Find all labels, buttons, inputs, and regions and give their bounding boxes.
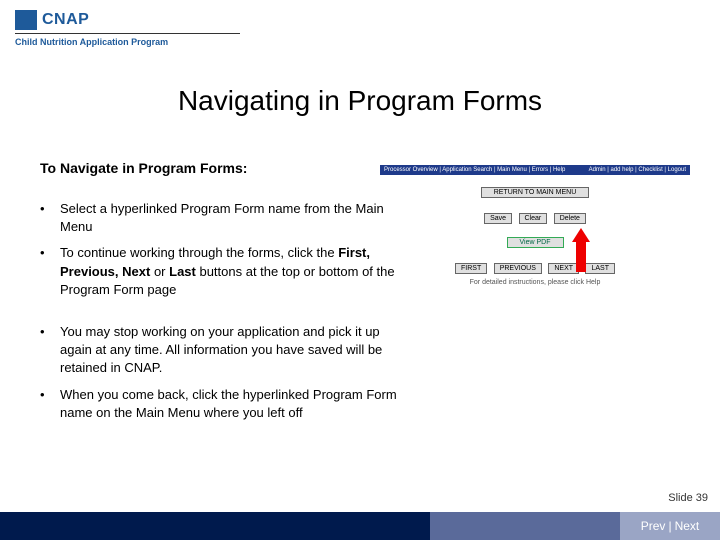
mock-nav-right: Admin | add help | Checklist | Logout	[589, 167, 686, 173]
mock-navbar: Processor Overview | Application Search …	[380, 165, 690, 175]
mock-help-text: For detailed instructions, please click …	[380, 279, 690, 286]
slide-number: Slide 39	[668, 492, 708, 504]
mock-previous-button: PREVIOUS	[494, 263, 542, 274]
spacer	[40, 307, 410, 323]
logo-divider	[15, 33, 240, 34]
list-item: • You may stop working on your applicati…	[40, 323, 410, 378]
embedded-screenshot: Processor Overview | Application Search …	[380, 165, 690, 286]
slide-title: Navigating in Program Forms	[0, 85, 720, 117]
bullet-list: • Select a hyperlinked Program Form name…	[40, 200, 410, 422]
bullet-icon: •	[40, 386, 60, 422]
footer-segment-dark	[0, 512, 430, 540]
mock-nav-left: Processor Overview | Application Search …	[384, 167, 565, 173]
list-item: • To continue working through the forms,…	[40, 244, 410, 299]
mock-return-button: RETURN TO MAIN MENU	[481, 187, 590, 198]
list-item: • When you come back, click the hyperlin…	[40, 386, 410, 422]
footer-nav: Prev | Next	[620, 512, 720, 540]
footer-segment-mid	[430, 512, 620, 540]
bullet-icon: •	[40, 323, 60, 378]
red-arrow-icon	[572, 228, 590, 272]
nav-separator: |	[668, 519, 671, 533]
prev-button[interactable]: Prev	[641, 519, 666, 533]
mock-save-button: Save	[484, 213, 512, 224]
bullet-text: You may stop working on your application…	[60, 323, 410, 378]
section-heading: To Navigate in Program Forms:	[40, 160, 410, 176]
header-logo: CNAP Child Nutrition Application Program	[15, 10, 240, 47]
bullet-icon: •	[40, 244, 60, 299]
content-area: To Navigate in Program Forms: • Select a…	[40, 160, 410, 430]
mock-first-button: FIRST	[455, 263, 487, 274]
next-button[interactable]: Next	[675, 519, 700, 533]
logo-brand-text: CNAP	[42, 11, 89, 29]
logo-subtitle: Child Nutrition Application Program	[15, 37, 240, 47]
bullet-text: When you come back, click the hyperlinke…	[60, 386, 410, 422]
mock-clear-button: Clear	[519, 213, 548, 224]
mock-pdf-button: View PDF	[507, 237, 564, 248]
footer-bar: Prev | Next	[0, 512, 720, 540]
bullet-text: To continue working through the forms, c…	[60, 244, 410, 299]
cnap-icon	[15, 10, 37, 30]
list-item: • Select a hyperlinked Program Form name…	[40, 200, 410, 236]
mock-delete-button: Delete	[554, 213, 586, 224]
bullet-text: Select a hyperlinked Program Form name f…	[60, 200, 410, 236]
bullet-icon: •	[40, 200, 60, 236]
